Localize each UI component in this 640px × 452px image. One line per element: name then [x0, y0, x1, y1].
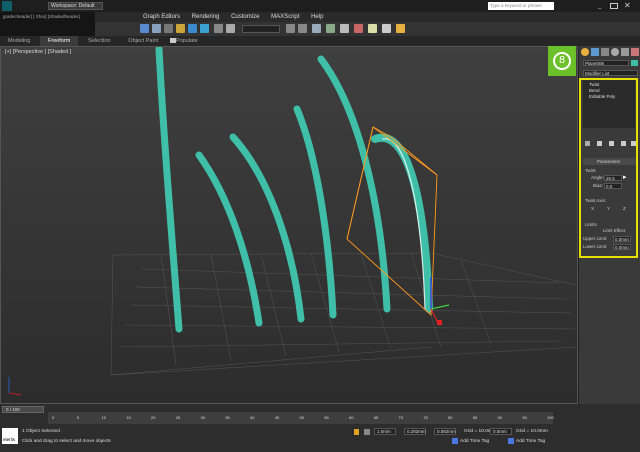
teal-blades [155, 47, 433, 333]
blade-4 [293, 105, 337, 319]
tab-selection[interactable]: Selection [80, 36, 119, 46]
select-by-name-icon[interactable] [152, 24, 161, 33]
move-icon[interactable] [176, 24, 185, 33]
material-editor-icon[interactable] [354, 24, 363, 33]
transform-gizmo [430, 277, 450, 326]
timeline-tick-label: 100 [547, 415, 554, 420]
menu-bar: gradecheader] [ Shar] [Shadedheader] Gra… [0, 12, 640, 22]
timeline-tick-label: 65 [373, 415, 379, 420]
step-number-badge: 8 [548, 46, 576, 76]
mirror-icon[interactable] [286, 24, 295, 33]
timeline-tick-label: 75 [423, 415, 428, 420]
rect-selection-icon[interactable] [164, 24, 173, 33]
time-slider[interactable]: 0 / 100 [2, 406, 44, 413]
timeline-tick-label: 60 [349, 415, 354, 420]
menu-customize[interactable]: Customize [226, 12, 264, 22]
utilities-tab-icon[interactable] [631, 48, 639, 56]
z-coordinate-field[interactable]: 0.082mm [434, 428, 456, 435]
x-coordinate-field[interactable]: 1.0mm [374, 428, 396, 435]
timeline-tick-label: 25 [175, 415, 181, 420]
object-name-field[interactable]: Plane006 [583, 60, 629, 66]
named-selection-dropdown[interactable] [242, 25, 280, 33]
tab-object-paint[interactable]: Object Paint [120, 36, 166, 46]
maxscript-listener[interactable]: eterlis [2, 428, 18, 444]
add-time-tag-button-2[interactable]: Add Time Tag [516, 439, 545, 444]
timeline-tick-label: 80 [448, 415, 453, 420]
time-tag-icon[interactable] [452, 438, 458, 444]
blade-1 [155, 47, 183, 333]
prompt-line: Click and drag to select and move object… [22, 439, 111, 444]
motion-tab-icon[interactable] [611, 48, 619, 56]
workspace-dropdown[interactable]: Workspace: Default [48, 2, 103, 10]
time-tag-icon-2[interactable] [508, 438, 514, 444]
timeline-tick-label: 10 [101, 415, 106, 420]
absolute-mode-icon[interactable] [364, 429, 370, 435]
create-tab-icon[interactable] [581, 48, 589, 56]
ribbon-toggle-icon[interactable] [170, 38, 176, 43]
highlight-box [579, 78, 638, 258]
timeline-tick-label: 30 [200, 415, 205, 420]
timeline-tick-label: 45 [274, 415, 280, 420]
search-input[interactable]: Type a keyword or phrase [488, 2, 554, 10]
timeline-tick-label: 95 [522, 415, 527, 420]
menu-help[interactable]: Help [306, 12, 328, 22]
reference-coord-icon[interactable] [214, 24, 223, 33]
ribbon-tabs: Modeling Freeform Selection Object Paint… [0, 36, 640, 46]
display-tab-icon[interactable] [621, 48, 629, 56]
render-icon[interactable] [396, 24, 405, 33]
timeline-tick-label: 5 [76, 415, 79, 420]
pivot-icon[interactable] [226, 24, 235, 33]
axis-tripod [8, 377, 22, 396]
scene-explorer-panel [0, 22, 95, 36]
grid-readout-2: Grid = 10.0mm [516, 429, 548, 434]
viewport-scene [8, 47, 577, 396]
add-time-tag-button[interactable]: Add Time Tag [460, 439, 489, 444]
modifier-list-dropdown[interactable]: Modifier List [583, 70, 638, 76]
hierarchy-tab-icon[interactable] [601, 48, 609, 56]
blade-3 [229, 133, 305, 323]
menu-maxscript[interactable]: MAXScript [266, 12, 304, 22]
maximize-button[interactable] [610, 3, 618, 9]
modify-tab-icon[interactable] [591, 48, 599, 56]
minimize-button[interactable]: _ [598, 3, 606, 9]
layer-icon[interactable] [312, 24, 321, 33]
render-setup-icon[interactable] [368, 24, 377, 33]
main-toolbar [0, 22, 640, 36]
render-frame-icon[interactable] [382, 24, 391, 33]
track-bar[interactable]: 0 5 10 15 20 25 30 35 40 45 50 55 60 65 70 75 80 85 90 95 10… [48, 412, 554, 424]
blade-2 [195, 151, 263, 327]
timeline-tick-label: 70 [398, 415, 403, 420]
scene-explorer-header: gradecheader] [ Shar] [Shadedheader] [0, 12, 95, 22]
rotate-icon[interactable] [188, 24, 197, 33]
tab-modeling[interactable]: Modeling [0, 36, 38, 46]
menu-graph-editors[interactable]: Graph Editors [138, 12, 185, 22]
y-coordinate-field[interactable]: 0.283mm [404, 428, 426, 435]
perspective-viewport[interactable]: [+] [Perspective ] [Shaded ] [0, 46, 578, 404]
auto-key-field[interactable]: 0.0mm [490, 428, 512, 435]
timeline-tick-label: 40 [250, 415, 255, 420]
timeline-tick-label: 35 [225, 415, 230, 420]
timeline-tick-label: 85 [472, 415, 478, 420]
tab-freeform[interactable]: Freeform [40, 36, 79, 46]
title-bar: Workspace: Default gradecheader] [ Shar]… [0, 0, 640, 12]
selection-status: 1 Object Selected [22, 429, 60, 434]
object-color-swatch[interactable] [631, 60, 638, 66]
timeline-tick-label: 20 [151, 415, 156, 420]
step-number: 8 [553, 52, 571, 70]
schematic-icon[interactable] [340, 24, 349, 33]
lock-icon[interactable] [354, 429, 359, 435]
timeline-tick-label: 90 [497, 415, 502, 420]
scale-icon[interactable] [200, 24, 209, 33]
align-icon[interactable] [298, 24, 307, 33]
menu-items: Graph Editors Rendering Customize MAXScr… [138, 12, 328, 22]
select-object-icon[interactable] [140, 24, 149, 33]
curve-editor-icon[interactable] [326, 24, 335, 33]
menu-rendering[interactable]: Rendering [187, 12, 225, 22]
timeline-tick-label: 50 [299, 415, 304, 420]
timeline-tick-label: 55 [324, 415, 329, 420]
timeline-tick-label: 0 [52, 415, 55, 420]
timeline-tick-label: 15 [126, 415, 131, 420]
app-logo-icon[interactable] [2, 1, 12, 11]
close-icon[interactable]: ✕ [624, 1, 634, 10]
